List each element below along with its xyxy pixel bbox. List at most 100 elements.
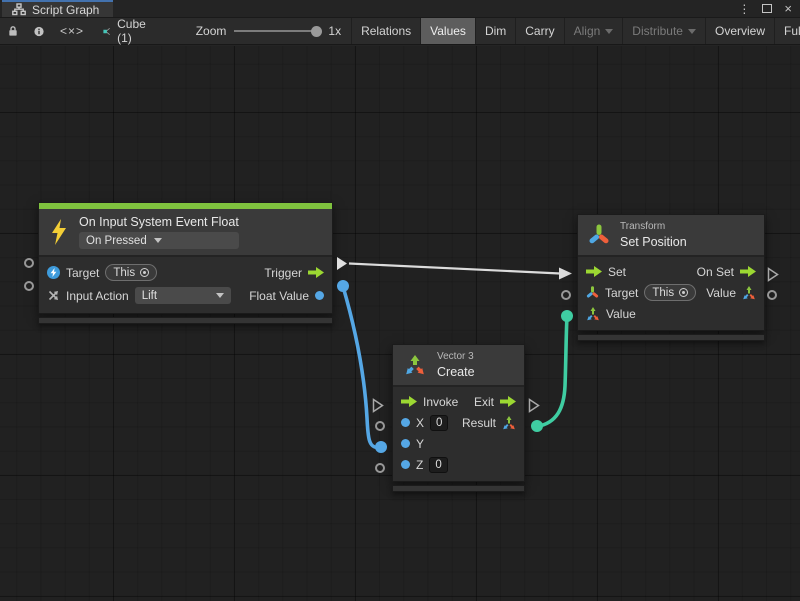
distribute-label: Distribute <box>632 24 683 38</box>
window-menu-icon[interactable]: ⋮ <box>738 3 750 15</box>
vector3-mini-icon <box>586 307 600 321</box>
flow-arrow-icon <box>401 396 417 407</box>
x-outer-port[interactable] <box>375 421 385 431</box>
target-this-button[interactable]: This <box>644 284 696 301</box>
distribute-dropdown-button[interactable]: Distribute <box>622 18 705 44</box>
lock-button[interactable] <box>0 18 26 44</box>
graph-node-icon <box>102 25 111 38</box>
target-label: Target <box>66 266 99 280</box>
carry-button[interactable]: Carry <box>515 18 563 44</box>
input-action-value: Lift <box>142 290 209 302</box>
object-picker-icon <box>140 268 149 277</box>
z-port[interactable] <box>401 460 410 469</box>
y-label: Y <box>416 437 424 451</box>
code-icon: <×> <box>60 24 84 38</box>
info-button[interactable] <box>26 18 52 44</box>
float-value-outer-port[interactable] <box>337 280 349 292</box>
target-this-label: This <box>113 267 135 279</box>
node-footer <box>38 317 333 324</box>
result-label: Result <box>462 416 496 430</box>
align-label: Align <box>574 24 601 38</box>
invoke-outer-port[interactable] <box>372 398 384 413</box>
event-mode-value: On Pressed <box>86 235 147 247</box>
graph-canvas[interactable]: On Input System Event Float On Pressed <box>0 46 800 601</box>
y-port[interactable] <box>401 439 410 448</box>
vector3-mini-icon <box>742 286 756 300</box>
set-row: Set On Set <box>578 261 764 282</box>
node-title: Create <box>437 365 475 379</box>
node-title: On Input System Event Float <box>79 215 239 229</box>
zoom-slider[interactable] <box>234 18 320 45</box>
transform-target-row: Target This Value <box>578 282 764 303</box>
input-action-dropdown[interactable]: Lift <box>135 287 231 304</box>
toolbar-right-buttons: Relations Values Dim Carry Align Distrib… <box>351 18 800 44</box>
close-icon[interactable]: × <box>784 2 792 15</box>
set-label: Set <box>608 265 626 279</box>
zoom-label: Zoom <box>196 24 227 38</box>
invoke-row: Invoke Exit <box>393 391 524 412</box>
wire-result-to-value[interactable] <box>537 317 567 427</box>
window-controls: ⋮ × <box>738 0 800 17</box>
chevron-down-icon <box>154 238 162 243</box>
target-label: Target <box>605 286 638 300</box>
graph-name: Cube (1) <box>117 17 150 45</box>
dim-button[interactable]: Dim <box>475 18 515 44</box>
on-set-label: On Set <box>697 265 734 279</box>
value-outer-port[interactable] <box>767 290 777 300</box>
graph-breadcrumb[interactable]: Cube (1) <box>92 18 160 44</box>
relations-button[interactable]: Relations <box>351 18 420 44</box>
vector3-mini-icon <box>502 416 516 430</box>
event-action-outer-port[interactable] <box>24 281 34 291</box>
transform-value-row: Value <box>578 303 764 324</box>
y-outer-port[interactable] <box>375 441 387 453</box>
flow-arrow-icon <box>308 267 324 278</box>
code-preview-button[interactable]: <×> <box>52 18 92 44</box>
x-port[interactable] <box>401 418 410 427</box>
event-input-action-row: Input Action Lift Float Value <box>39 284 332 307</box>
overview-button[interactable]: Overview <box>705 18 774 44</box>
z-outer-port[interactable] <box>375 463 385 473</box>
z-value-field[interactable]: 0 <box>429 457 447 473</box>
transform-target-outer-port[interactable] <box>561 290 571 300</box>
exit-label: Exit <box>474 395 494 409</box>
zoom-slider-track <box>234 30 320 32</box>
maximize-icon[interactable] <box>762 4 772 13</box>
float-value-port[interactable] <box>315 291 324 300</box>
wire-floatvalue-to-y[interactable] <box>343 287 378 448</box>
flow-arrow-icon <box>500 396 516 407</box>
node-set-position[interactable]: Transform Set Position Set On Set <box>577 214 765 341</box>
trigger-outer-port[interactable] <box>336 256 348 271</box>
values-button[interactable]: Values <box>420 18 475 44</box>
tab-label: Script Graph <box>32 3 99 17</box>
chevron-down-icon <box>605 29 613 34</box>
node-footer <box>577 334 765 341</box>
result-outer-port[interactable] <box>531 420 543 432</box>
event-target-outer-port[interactable] <box>24 258 34 268</box>
transform-value-outer-port[interactable] <box>561 310 573 322</box>
on-set-outer-port[interactable] <box>767 267 779 282</box>
exit-outer-port[interactable] <box>528 398 540 413</box>
zoom-value: 1x <box>328 24 341 38</box>
zoom-slider-handle[interactable] <box>311 26 322 37</box>
target-this-button[interactable]: This <box>105 264 157 281</box>
tab-script-graph[interactable]: Script Graph <box>2 0 113 17</box>
y-row: Y <box>393 433 524 454</box>
flow-arrow-icon <box>740 266 756 277</box>
lock-icon <box>8 24 18 38</box>
wire-trigger-to-set[interactable] <box>349 264 560 274</box>
node-on-input-system-event-float[interactable]: On Input System Event Float On Pressed <box>38 202 333 324</box>
node-vector3-create[interactable]: Vector 3 Create Invoke Exit <box>392 344 525 492</box>
node-footer <box>392 485 525 492</box>
align-dropdown-button[interactable]: Align <box>564 18 623 44</box>
value-out-label: Value <box>706 286 736 300</box>
fullscreen-button[interactable]: Full Screen <box>774 18 800 44</box>
x-value-field[interactable]: 0 <box>430 415 448 431</box>
graph-hierarchy-icon <box>12 3 26 16</box>
node-category: Vector 3 <box>437 351 475 362</box>
event-mode-dropdown[interactable]: On Pressed <box>79 232 239 249</box>
event-bolt-icon <box>49 219 69 245</box>
input-action-icon <box>47 289 60 302</box>
toolbar: <×> Cube (1) Zoom 1x Relations Values Di… <box>0 18 800 45</box>
flow-arrow-icon <box>586 266 602 277</box>
titlebar: Script Graph ⋮ × <box>0 0 800 18</box>
